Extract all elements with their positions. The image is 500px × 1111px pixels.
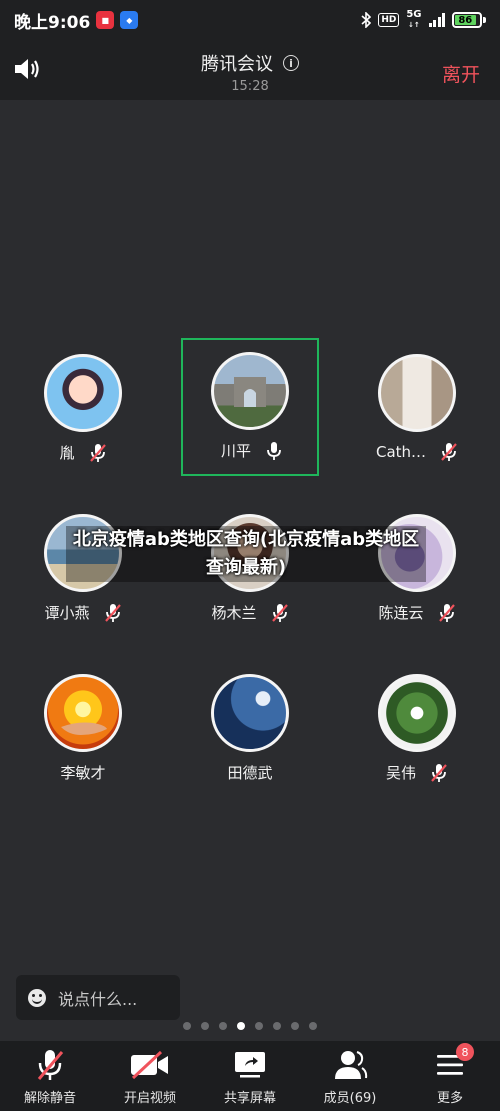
unmute-label: 解除静音 [23,1091,76,1106]
page-dot[interactable] [309,1022,317,1030]
participant-tile[interactable]: 田德武 [181,660,319,798]
page-dot[interactable] [183,1022,191,1030]
unmute-button[interactable]: 解除静音 [0,1041,100,1111]
participant-name: 谭小燕 [44,604,90,622]
share-screen-button[interactable]: 共享屏幕 [200,1041,300,1111]
participant-tile[interactable]: 李敏才 [14,660,152,798]
participant-name: 田德武 [227,764,273,782]
members-label: 成员(69) [323,1091,377,1106]
avatar [44,674,122,752]
emoji-icon[interactable] [28,988,46,1007]
participant-tile-active[interactable]: 川平 [181,338,319,476]
mic-muted-icon [37,1050,64,1080]
avatar [211,674,289,752]
participant-name: 川平 [220,442,251,460]
more-button[interactable]: 8 更多 [400,1041,500,1111]
participant-tile[interactable]: Cath… [348,340,486,478]
participant-tile[interactable]: 胤 [14,340,152,478]
bottom-toolbar: 解除静音 开启视频 共享屏幕 成员(69) 8 更多 [0,1041,500,1111]
participant-name: 吴伟 [385,764,416,782]
participant-name: 胤 [59,444,75,462]
participant-name: Cath… [375,443,427,461]
more-badge: 8 [456,1043,474,1061]
avatar [211,352,289,430]
chat-input[interactable]: 说点什么... [16,975,180,1020]
page-dot[interactable] [219,1022,227,1030]
participant-name: 杨木兰 [211,604,257,622]
page-dot[interactable] [273,1022,281,1030]
video-off-icon [131,1050,168,1080]
mic-muted-icon [431,763,447,782]
page-dot[interactable] [291,1022,299,1030]
participant-name: 李敏才 [60,764,106,782]
page-dot[interactable] [201,1022,209,1030]
page-dot-current[interactable] [237,1022,245,1030]
avatar [378,674,456,752]
mic-icon [267,441,281,460]
members-button[interactable]: 成员(69) [300,1041,400,1111]
members-icon [335,1051,368,1079]
mic-muted-icon [271,603,288,622]
share-screen-icon [235,1052,265,1078]
avatar [44,354,122,432]
start-video-label: 开启视频 [123,1091,176,1106]
mic-muted-icon [104,603,121,622]
chat-placeholder: 说点什么... [58,989,138,1009]
share-screen-label: 共享屏幕 [223,1091,276,1106]
overlay-caption: 北京疫情ab类地区查询(北京疫情ab类地区查询最新) [66,526,426,582]
participant-name: 陈连云 [378,604,424,622]
more-label: 更多 [436,1091,463,1106]
mic-muted-icon [438,603,455,622]
participant-tile[interactable]: 吴伟 [348,660,486,798]
mic-muted-icon [89,443,106,462]
page-dot[interactable] [255,1022,263,1030]
mic-muted-icon [441,443,457,461]
page-indicator [0,1022,500,1030]
avatar [378,354,456,432]
start-video-button[interactable]: 开启视频 [100,1041,200,1111]
